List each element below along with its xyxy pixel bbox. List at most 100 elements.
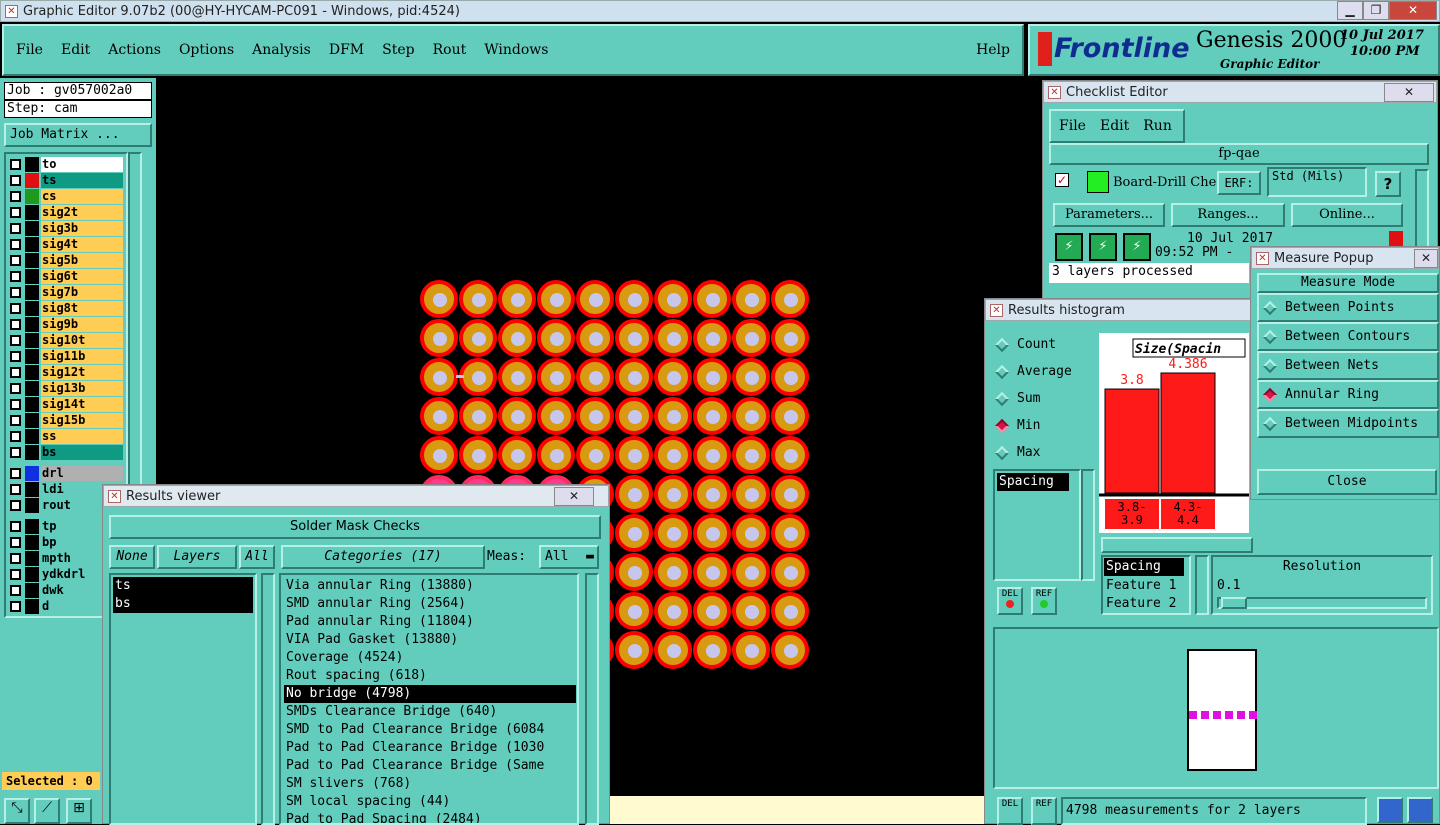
mode-max[interactable]: Max	[991, 439, 1095, 466]
pad[interactable]	[537, 436, 575, 474]
layer-row-sig14t[interactable]: sig14t	[8, 397, 124, 412]
pad[interactable]	[459, 358, 497, 396]
histogram-bar[interactable]	[1104, 388, 1160, 494]
layer-row-sig4t[interactable]: sig4t	[8, 237, 124, 252]
pad[interactable]	[498, 397, 536, 435]
pad[interactable]	[498, 358, 536, 396]
layer-checkbox[interactable]	[10, 447, 21, 458]
close-button[interactable]: ✕	[1389, 1, 1437, 20]
screen-icon[interactable]	[1407, 797, 1433, 823]
layer-row-sig2t[interactable]: sig2t	[8, 205, 124, 220]
layer-row-ss[interactable]: ss	[8, 429, 124, 444]
pad[interactable]	[459, 397, 497, 435]
result-layer-bs[interactable]: bs	[113, 595, 253, 613]
mode-min[interactable]: Min	[991, 412, 1095, 439]
menu-windows[interactable]: Windows	[484, 42, 548, 58]
pad[interactable]	[693, 631, 731, 669]
pad[interactable]	[654, 319, 692, 357]
feature-spacing[interactable]: Spacing	[1104, 558, 1184, 576]
run-icon-2[interactable]: ⚡	[1089, 233, 1117, 261]
measure-close-button[interactable]: Close	[1257, 469, 1437, 495]
layers-none-button[interactable]: None	[109, 545, 155, 569]
layer-checkbox[interactable]	[10, 431, 21, 442]
layer-row-sig3b[interactable]: sig3b	[8, 221, 124, 236]
pad[interactable]	[615, 475, 653, 513]
category-item[interactable]: SMDs Clearance Bridge (640)	[284, 703, 576, 721]
histogram-category-list[interactable]: Spacing	[993, 469, 1081, 581]
measure-close-x[interactable]: ✕	[1414, 249, 1438, 268]
zoom-area-button[interactable]: ⤡	[4, 798, 30, 824]
pad[interactable]	[771, 319, 809, 357]
menu-edit[interactable]: Edit	[61, 42, 90, 58]
pad[interactable]	[654, 280, 692, 318]
run-icon-1[interactable]: ⚡	[1055, 233, 1083, 261]
feature-list[interactable]: Spacing Feature 1 Feature 2	[1101, 555, 1191, 615]
layer-checkbox[interactable]	[10, 521, 21, 532]
units-field[interactable]: Std (Mils)	[1267, 167, 1367, 197]
erf-button[interactable]: ERF:	[1217, 171, 1261, 195]
layer-checkbox[interactable]	[10, 351, 21, 362]
layer-checkbox[interactable]	[10, 335, 21, 346]
pad[interactable]	[576, 436, 614, 474]
layer-row-sig8t[interactable]: sig8t	[8, 301, 124, 316]
pad[interactable]	[420, 319, 458, 357]
pad[interactable]	[732, 397, 770, 435]
category-item[interactable]: No bridge (4798)	[284, 685, 576, 703]
layer-checkbox[interactable]	[10, 383, 21, 394]
layer-checkbox[interactable]	[10, 468, 21, 479]
menu-step[interactable]: Step	[382, 42, 414, 58]
pad[interactable]	[693, 436, 731, 474]
histogram-bar[interactable]	[1160, 372, 1216, 494]
minimize-button[interactable]: ▁	[1337, 1, 1363, 20]
ranges-button[interactable]: Ranges...	[1171, 203, 1285, 227]
menu-file[interactable]: File	[16, 42, 43, 58]
menu-dfm[interactable]: DFM	[329, 42, 364, 58]
pad[interactable]	[615, 553, 653, 591]
layer-checkbox[interactable]	[10, 207, 21, 218]
layer-checkbox[interactable]	[10, 191, 21, 202]
pad[interactable]	[771, 397, 809, 435]
layer-checkbox[interactable]	[10, 319, 21, 330]
feature-scrollbar[interactable]	[1195, 555, 1209, 615]
layer-checkbox[interactable]	[10, 367, 21, 378]
pad[interactable]	[615, 436, 653, 474]
category-item[interactable]: SM slivers (768)	[284, 775, 576, 793]
pad[interactable]	[615, 280, 653, 318]
pad[interactable]	[654, 553, 692, 591]
category-item[interactable]: Via annular Ring (13880)	[284, 577, 576, 595]
menu-options[interactable]: Options	[179, 42, 234, 58]
category-item[interactable]: Pad to Pad Spacing (2484)	[284, 811, 576, 823]
pad[interactable]	[693, 592, 731, 630]
pad[interactable]	[654, 397, 692, 435]
menu-help[interactable]: Help	[976, 42, 1010, 58]
pad[interactable]	[693, 280, 731, 318]
layer-checkbox[interactable]	[10, 287, 21, 298]
measure-option[interactable]: Annular Ring	[1257, 380, 1439, 409]
results-viewer-close[interactable]: ✕	[554, 487, 594, 506]
pad[interactable]	[615, 319, 653, 357]
pad[interactable]	[732, 358, 770, 396]
pad[interactable]	[576, 358, 614, 396]
checklist-menu-edit[interactable]: Edit	[1100, 118, 1129, 134]
layer-checkbox[interactable]	[10, 159, 21, 170]
pad[interactable]	[654, 592, 692, 630]
feature-1[interactable]: Feature 1	[1103, 577, 1189, 595]
pad[interactable]	[420, 397, 458, 435]
category-item[interactable]: Pad to Pad Clearance Bridge (Same	[284, 757, 576, 775]
checklist-check-icon[interactable]: ✓	[1055, 173, 1069, 187]
layer-checkbox[interactable]	[10, 255, 21, 266]
pad[interactable]	[654, 631, 692, 669]
pad[interactable]	[693, 319, 731, 357]
pad[interactable]	[576, 280, 614, 318]
layer-results-list[interactable]: ts bs	[109, 573, 257, 825]
layer-checkbox[interactable]	[10, 303, 21, 314]
pad[interactable]	[420, 280, 458, 318]
pad[interactable]	[615, 397, 653, 435]
layer-row-sig10t[interactable]: sig10t	[8, 333, 124, 348]
thumbnail-view[interactable]	[993, 627, 1439, 789]
measure-option[interactable]: Between Midpoints	[1257, 409, 1439, 438]
layer-checkbox[interactable]	[10, 500, 21, 511]
pad[interactable]	[732, 553, 770, 591]
category-item[interactable]: VIA Pad Gasket (13880)	[284, 631, 576, 649]
pad[interactable]	[498, 280, 536, 318]
